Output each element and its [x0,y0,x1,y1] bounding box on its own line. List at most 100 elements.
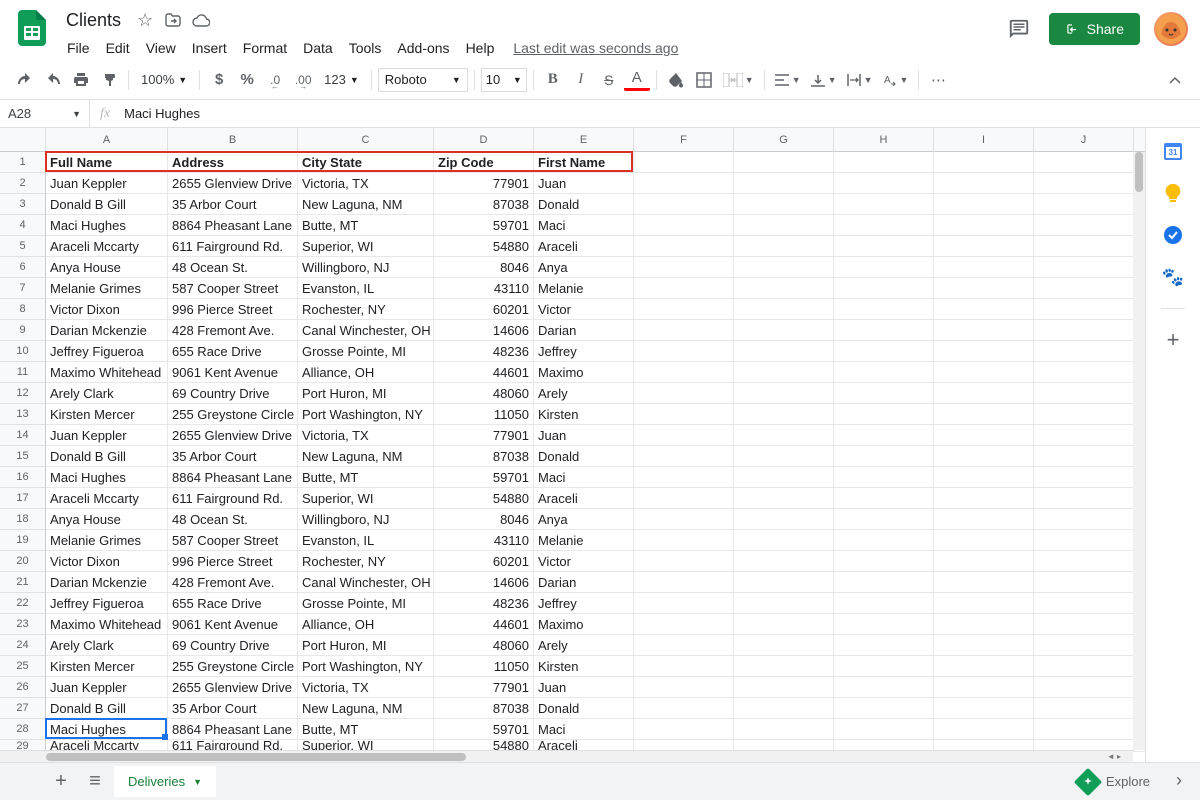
comments-icon[interactable] [1003,13,1035,45]
cell-B11[interactable]: 9061 Kent Avenue [168,362,298,383]
cell-F11[interactable] [634,362,734,383]
cell-F7[interactable] [634,278,734,299]
cell-J12[interactable] [1034,383,1134,404]
paw-icon[interactable]: 🐾 [1162,266,1184,288]
cell-D8[interactable]: 60201 [434,299,534,320]
cell-C19[interactable]: Evanston, IL [298,530,434,551]
cell-B28[interactable]: 8864 Pheasant Lane [168,719,298,740]
menu-file[interactable]: File [60,36,97,60]
cell-I9[interactable] [934,320,1034,341]
cell-D16[interactable]: 59701 [434,467,534,488]
column-header-B[interactable]: B [168,128,298,152]
print-button[interactable] [68,67,94,93]
cell-E12[interactable]: Arely [534,383,634,404]
cell-B17[interactable]: 611 Fairground Rd. [168,488,298,509]
horizontal-align-button[interactable]: ▼ [771,67,805,93]
row-header-17[interactable]: 17 [0,488,46,509]
cell-J20[interactable] [1034,551,1134,572]
cell-D25[interactable]: 11050 [434,656,534,677]
cell-F10[interactable] [634,341,734,362]
cell-H17[interactable] [834,488,934,509]
cell-E15[interactable]: Donald [534,446,634,467]
cell-F21[interactable] [634,572,734,593]
cell-G12[interactable] [734,383,834,404]
cell-G27[interactable] [734,698,834,719]
menu-view[interactable]: View [139,36,183,60]
cell-J6[interactable] [1034,257,1134,278]
cell-B19[interactable]: 587 Cooper Street [168,530,298,551]
menu-help[interactable]: Help [459,36,502,60]
cell-H9[interactable] [834,320,934,341]
cell-A8[interactable]: Victor Dixon [46,299,168,320]
column-header-J[interactable]: J [1034,128,1134,152]
cell-G2[interactable] [734,173,834,194]
cell-E23[interactable]: Maximo [534,614,634,635]
cell-F19[interactable] [634,530,734,551]
cell-D9[interactable]: 14606 [434,320,534,341]
cell-H5[interactable] [834,236,934,257]
name-box[interactable]: A28▼ [0,100,90,127]
cell-F28[interactable] [634,719,734,740]
cell-C10[interactable]: Grosse Pointe, MI [298,341,434,362]
cell-A10[interactable]: Jeffrey Figueroa [46,341,168,362]
cell-C5[interactable]: Superior, WI [298,236,434,257]
cell-F13[interactable] [634,404,734,425]
cell-E4[interactable]: Maci [534,215,634,236]
cell-J28[interactable] [1034,719,1134,740]
add-addon-icon[interactable]: + [1162,329,1184,351]
cell-A15[interactable]: Donald B Gill [46,446,168,467]
document-title[interactable]: Clients [60,8,127,33]
cell-E14[interactable]: Juan [534,425,634,446]
cell-D4[interactable]: 59701 [434,215,534,236]
row-header-10[interactable]: 10 [0,341,46,362]
currency-button[interactable]: $ [206,67,232,93]
cell-B16[interactable]: 8864 Pheasant Lane [168,467,298,488]
cell-H2[interactable] [834,173,934,194]
row-header-7[interactable]: 7 [0,278,46,299]
cell-C21[interactable]: Canal Winchester, OH [298,572,434,593]
cell-I3[interactable] [934,194,1034,215]
cell-F2[interactable] [634,173,734,194]
cell-G23[interactable] [734,614,834,635]
cell-E9[interactable]: Darian [534,320,634,341]
cell-C23[interactable]: Alliance, OH [298,614,434,635]
cell-D17[interactable]: 54880 [434,488,534,509]
menu-insert[interactable]: Insert [185,36,234,60]
cell-G3[interactable] [734,194,834,215]
cell-C12[interactable]: Port Huron, MI [298,383,434,404]
cell-A3[interactable]: Donald B Gill [46,194,168,215]
cell-C9[interactable]: Canal Winchester, OH [298,320,434,341]
cell-C8[interactable]: Rochester, NY [298,299,434,320]
merge-cells-button[interactable]: ▼ [719,67,758,93]
keep-icon[interactable] [1162,182,1184,204]
cell-J22[interactable] [1034,593,1134,614]
cell-D21[interactable]: 14606 [434,572,534,593]
font-size-select[interactable]: 10▼ [481,68,527,92]
font-family-select[interactable]: Roboto▼ [378,68,468,92]
menu-format[interactable]: Format [236,36,294,60]
row-header-23[interactable]: 23 [0,614,46,635]
user-avatar[interactable] [1154,12,1188,46]
cell-J26[interactable] [1034,677,1134,698]
cell-H3[interactable] [834,194,934,215]
cell-I17[interactable] [934,488,1034,509]
column-header-G[interactable]: G [734,128,834,152]
cell-D11[interactable]: 44601 [434,362,534,383]
row-header-20[interactable]: 20 [0,551,46,572]
strikethrough-button[interactable]: S [596,67,622,93]
last-edit-link[interactable]: Last edit was seconds ago [513,40,678,56]
cell-A16[interactable]: Maci Hughes [46,467,168,488]
cloud-status-icon[interactable] [191,14,211,27]
cell-F17[interactable] [634,488,734,509]
collapse-toolbar-button[interactable] [1162,67,1188,93]
cell-F1[interactable] [634,152,734,173]
select-all-corner[interactable] [0,128,46,152]
row-header-6[interactable]: 6 [0,257,46,278]
cell-G1[interactable] [734,152,834,173]
cell-A4[interactable]: Maci Hughes [46,215,168,236]
cell-D23[interactable]: 44601 [434,614,534,635]
cell-E3[interactable]: Donald [534,194,634,215]
cell-F27[interactable] [634,698,734,719]
cell-C28[interactable]: Butte, MT [298,719,434,740]
text-color-button[interactable]: A [624,69,650,91]
